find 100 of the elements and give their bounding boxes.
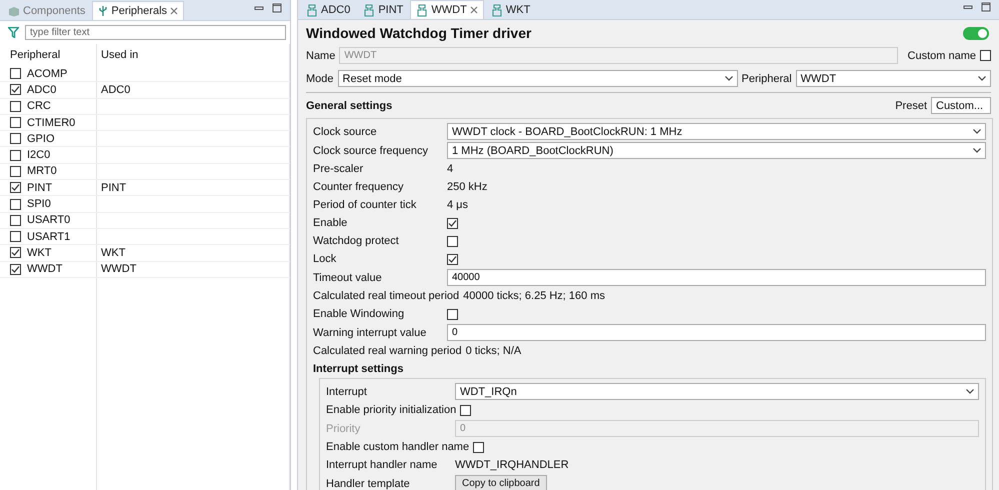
checkbox[interactable]: [10, 68, 21, 80]
value-text: WWDT_IRQHANDLER: [455, 459, 569, 471]
view-tab[interactable]: Peripherals: [92, 1, 184, 20]
checkbox[interactable]: [447, 236, 458, 246]
tab-label: ADC0: [321, 4, 350, 16]
field-label: Mode: [306, 72, 334, 84]
plug-icon: [363, 4, 376, 16]
tab-label: WKT: [506, 4, 530, 16]
enable-toggle[interactable]: [963, 26, 989, 40]
view-tab[interactable]: Components: [2, 1, 92, 20]
field-label: Priority: [326, 422, 362, 434]
field-label: Name: [306, 50, 336, 62]
peripheral-name: ADC0: [27, 84, 56, 96]
peripheral-name: PINT: [27, 182, 52, 194]
close-icon[interactable]: [170, 7, 178, 15]
checkbox[interactable]: [10, 247, 21, 258]
preset-dropdown[interactable]: Custom...: [931, 97, 991, 114]
dropdown[interactable]: 1 MHz (BOARD_BootClockRUN): [447, 142, 986, 159]
checkbox[interactable]: [460, 404, 472, 416]
checkbox[interactable]: [473, 442, 484, 452]
checkbox[interactable]: [10, 182, 21, 194]
cube-icon: [8, 6, 20, 16]
editor-tab[interactable]: ADC0: [300, 0, 356, 19]
input-field[interactable]: 40000: [447, 269, 986, 286]
dropdown[interactable]: WWDT clock - BOARD_BootClockRUN: 1 MHz: [447, 123, 986, 140]
peripheral-name: SPI0: [27, 198, 51, 210]
checkbox[interactable]: [10, 117, 21, 128]
peripheral-name: MRT0: [27, 165, 57, 178]
field-label: Enable priority initialization: [326, 404, 458, 416]
field-label: Enable custom handler name: [326, 441, 470, 453]
field-label: Calculated real timeout period: [313, 290, 460, 302]
mode-dropdown[interactable]: Reset mode: [338, 70, 738, 87]
peripheral-name: USART0: [27, 214, 70, 226]
filter-icon[interactable]: [8, 27, 19, 38]
used-in-text: ADC0: [101, 84, 130, 96]
checkbox[interactable]: [10, 231, 21, 242]
peripheral-name: I2C0: [27, 149, 50, 162]
field-label: Enable: [313, 217, 348, 229]
field-label: Period of counter tick: [313, 199, 418, 211]
peripheral-name: CRC: [27, 100, 51, 112]
caret-icon: [724, 76, 733, 81]
checkbox[interactable]: [10, 214, 21, 226]
input-field[interactable]: 0: [447, 324, 986, 341]
caret-icon: [966, 389, 974, 394]
column-header[interactable]: Used in: [97, 44, 290, 66]
plug-icon: [416, 4, 428, 16]
peripheral-name: GPIO: [27, 132, 55, 145]
field-label: Enable Windowing: [313, 308, 406, 320]
field-label: Timeout value: [313, 272, 383, 284]
peripheral-dropdown[interactable]: WWDT: [796, 70, 991, 87]
checkbox[interactable]: [447, 254, 458, 264]
editor-tab[interactable]: WKT: [484, 0, 536, 19]
field-label: Counter frequency: [313, 181, 404, 193]
field-label: Handler template: [326, 478, 411, 490]
peripheral-name: ACOMP: [27, 68, 68, 80]
checkbox[interactable]: [10, 150, 21, 161]
value-text: 250 kHz: [447, 181, 488, 193]
copy-button[interactable]: Copy to clipboard: [455, 475, 547, 490]
caret-icon: [973, 129, 981, 134]
usb-icon: [98, 5, 108, 17]
checkbox[interactable]: [980, 50, 991, 61]
field-label: Pre-scaler: [313, 163, 364, 175]
field-label: Peripheral: [742, 72, 792, 84]
checkbox[interactable]: [10, 264, 21, 275]
plug-icon: [490, 4, 503, 16]
close-icon[interactable]: [470, 6, 478, 14]
value-text: 0 ticks; N/A: [466, 345, 522, 357]
value-text: 4 μs: [447, 199, 468, 211]
filter-field[interactable]: type filter text: [25, 25, 286, 40]
field-label: Calculated real warning period: [313, 345, 463, 357]
field-label: Warning interrupt value: [313, 326, 428, 338]
used-in-text: PINT: [101, 182, 126, 194]
checkbox[interactable]: [10, 133, 21, 144]
checkbox[interactable]: [10, 198, 21, 210]
field-label: Interrupt handler name: [326, 459, 438, 471]
caret-icon: [973, 148, 981, 153]
maximize-icon[interactable]: [981, 2, 991, 12]
value-text: 40000 ticks; 6.25 Hz; 160 ms: [463, 290, 605, 302]
maximize-icon[interactable]: [272, 2, 282, 12]
field-label: Watchdog protect: [313, 235, 400, 247]
checkbox[interactable]: [447, 308, 458, 320]
peripheral-name: WWDT: [27, 263, 62, 276]
field-label: Lock: [313, 253, 338, 265]
peripheral-name: USART1: [27, 230, 70, 243]
dropdown[interactable]: WDT_IRQn: [455, 383, 979, 400]
section-title: Interrupt settings: [313, 363, 404, 375]
editor-tab[interactable]: PINT: [357, 0, 410, 19]
checkbox[interactable]: [10, 100, 21, 112]
field-label: Clock source: [313, 126, 378, 138]
tab-label: PINT: [378, 4, 404, 16]
checkbox[interactable]: [10, 166, 21, 177]
checkbox[interactable]: [10, 84, 21, 96]
field-label: Interrupt: [326, 386, 368, 398]
column-header[interactable]: Peripheral: [0, 44, 97, 66]
checkbox[interactable]: [447, 218, 458, 228]
editor-tab[interactable]: WWDT: [410, 0, 484, 19]
editor-title: Windowed Watchdog Timer driver: [306, 25, 532, 41]
value-text: 4: [447, 163, 454, 175]
tab-label: Components: [23, 5, 86, 17]
section-title: General settings: [306, 100, 392, 112]
